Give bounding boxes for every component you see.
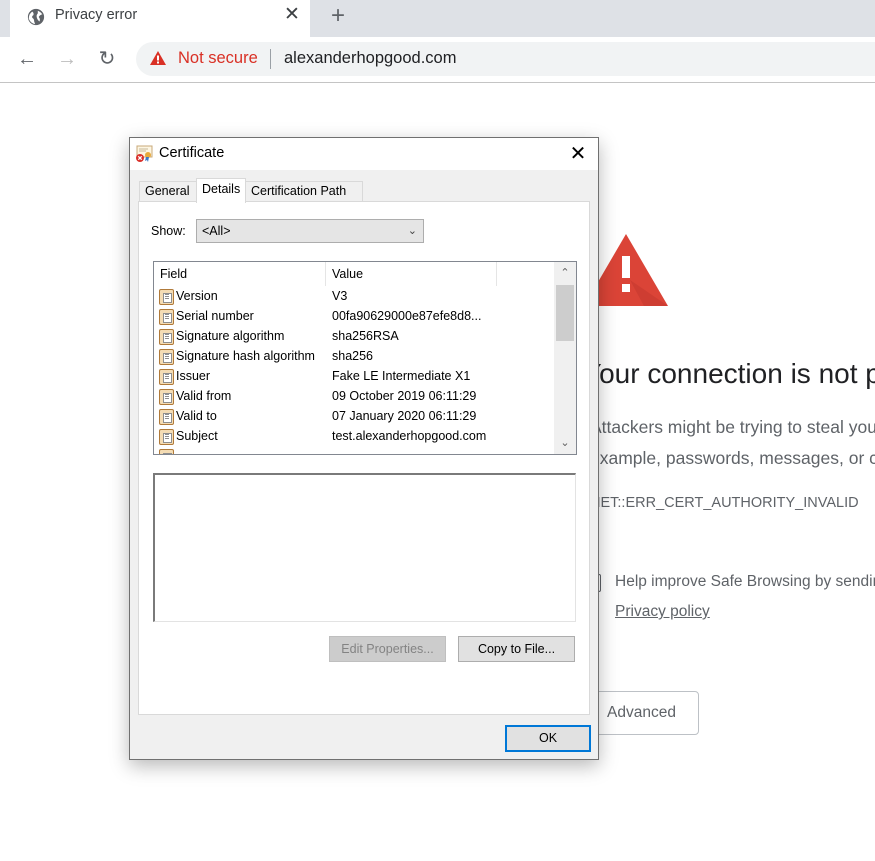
error-code: NET::ERR_CERT_AUTHORITY_INVALID bbox=[590, 495, 859, 511]
field-icon bbox=[159, 409, 174, 425]
url-text[interactable]: alexanderhopgood.com bbox=[284, 49, 456, 68]
browser-toolbar: ← → ↻ Not secure alexanderhopgood.com bbox=[0, 37, 875, 83]
scroll-thumb[interactable] bbox=[556, 285, 574, 341]
field-name: Version bbox=[176, 289, 218, 303]
field-name: Signature algorithm bbox=[176, 329, 285, 343]
copy-to-file-button[interactable]: Copy to File... bbox=[458, 636, 575, 662]
certificate-error-icon bbox=[136, 145, 153, 162]
field-name: Valid from bbox=[176, 389, 232, 403]
field-value: test.alexanderhopgood.com bbox=[332, 429, 487, 443]
field-name: Subject bbox=[176, 429, 218, 443]
details-panel: Show: <All> ⌄ Field Value Version V3 Ser… bbox=[138, 201, 590, 715]
ok-button[interactable]: OK bbox=[505, 725, 591, 752]
list-scrollbar[interactable]: ⌃ ⌄ bbox=[554, 262, 576, 454]
tab-close-icon[interactable]: ✕ bbox=[282, 5, 302, 25]
field-value: 07 January 2020 06:11:29 bbox=[332, 409, 477, 423]
field-name: Signature hash algorithm bbox=[176, 349, 315, 363]
field-icon bbox=[159, 389, 174, 405]
fields-list[interactable]: Field Value Version V3 Serial number 00f… bbox=[153, 261, 577, 455]
column-header-empty bbox=[497, 262, 554, 286]
field-value: sha256RSA bbox=[332, 329, 399, 343]
warning-icon[interactable] bbox=[150, 51, 166, 65]
list-item[interactable]: Version V3 bbox=[154, 287, 554, 307]
not-secure-label[interactable]: Not secure bbox=[178, 49, 258, 68]
scroll-down-icon[interactable]: ⌄ bbox=[554, 433, 576, 453]
list-item[interactable]: Signature hash algorithm sha256 bbox=[154, 347, 554, 367]
dialog-close-icon[interactable]: ✕ bbox=[566, 142, 590, 166]
reload-button[interactable]: ↻ bbox=[95, 47, 119, 71]
field-icon bbox=[159, 449, 174, 454]
field-icon bbox=[159, 349, 174, 365]
tab-general[interactable]: General bbox=[139, 181, 197, 202]
tab-certification-path[interactable]: Certification Path bbox=[245, 181, 363, 202]
list-item[interactable]: Valid to 07 January 2020 06:11:29 bbox=[154, 407, 554, 427]
field-name: Issuer bbox=[176, 369, 211, 383]
address-bar[interactable]: Not secure alexanderhopgood.com bbox=[136, 42, 875, 76]
field-value: 00fa90629000e87efe8d8... bbox=[332, 309, 482, 323]
scroll-up-icon[interactable]: ⌃ bbox=[554, 263, 576, 283]
column-header-value[interactable]: Value bbox=[326, 262, 497, 286]
omnibox-separator bbox=[270, 49, 271, 69]
page-description-line1: Attackers might be trying to steal your … bbox=[590, 417, 875, 437]
dialog-titlebar[interactable]: Certificate ✕ bbox=[130, 138, 598, 170]
field-icon bbox=[159, 289, 174, 305]
list-header: Field Value bbox=[154, 262, 554, 286]
page-description-line2: example, passwords, messages, or credit … bbox=[590, 448, 875, 468]
tab-strip: Privacy error ✕ + bbox=[0, 0, 875, 37]
list-rows: Version V3 Serial number 00fa90629000e87… bbox=[154, 287, 554, 454]
list-item[interactable]: Serial number 00fa90629000e87efe8d8... bbox=[154, 307, 554, 327]
dialog-title: Certificate bbox=[159, 145, 225, 161]
field-value: Fake LE Intermediate X1 bbox=[332, 369, 471, 383]
safe-browsing-label: Help improve Safe Browsing by sending so… bbox=[615, 573, 875, 590]
list-item-partial[interactable] bbox=[154, 447, 554, 454]
field-name: Serial number bbox=[176, 309, 254, 323]
field-value: sha256 bbox=[332, 349, 374, 363]
tab-title: Privacy error bbox=[55, 7, 138, 23]
certificate-dialog: Certificate ✕ General Details Certificat… bbox=[129, 137, 599, 760]
tab-details[interactable]: Details bbox=[196, 178, 246, 203]
chevron-down-icon: ⌄ bbox=[407, 225, 417, 237]
field-detail-box[interactable] bbox=[153, 473, 576, 622]
edit-properties-button[interactable]: Edit Properties... bbox=[329, 636, 446, 662]
list-item[interactable]: Issuer Fake LE Intermediate X1 bbox=[154, 367, 554, 387]
field-value: 09 October 2019 06:11:29 bbox=[332, 389, 477, 403]
page-heading: Your connection is not private bbox=[583, 358, 875, 389]
list-item[interactable]: Subject test.alexanderhopgood.com bbox=[154, 427, 554, 447]
field-icon bbox=[159, 329, 174, 345]
field-icon bbox=[159, 309, 174, 325]
field-name: Valid to bbox=[176, 409, 217, 423]
browser-tab[interactable]: Privacy error ✕ bbox=[10, 0, 310, 37]
column-header-field[interactable]: Field bbox=[154, 262, 326, 286]
field-icon bbox=[159, 429, 174, 445]
field-icon bbox=[159, 369, 174, 385]
field-value: V3 bbox=[332, 289, 348, 303]
privacy-policy-link[interactable]: Privacy policy bbox=[615, 603, 710, 621]
show-dropdown[interactable]: <All> ⌄ bbox=[196, 219, 424, 243]
list-item[interactable]: Signature algorithm sha256RSA bbox=[154, 327, 554, 347]
globe-icon bbox=[27, 8, 45, 26]
new-tab-button[interactable]: + bbox=[326, 3, 350, 29]
list-item[interactable]: Valid from 09 October 2019 06:11:29 bbox=[154, 387, 554, 407]
back-button[interactable]: ← bbox=[15, 47, 39, 71]
forward-button[interactable]: → bbox=[55, 47, 79, 71]
show-dropdown-value: <All> bbox=[202, 224, 231, 238]
show-label: Show: bbox=[151, 224, 186, 238]
